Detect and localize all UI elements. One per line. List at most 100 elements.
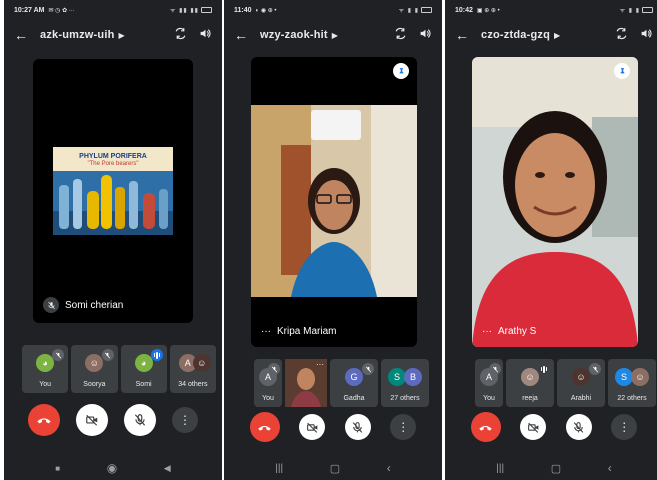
- switch-camera-icon[interactable]: [174, 27, 187, 43]
- participant-tile[interactable]: ◕ Somi: [120, 345, 167, 393]
- back-button[interactable]: ◀: [164, 463, 171, 474]
- back-button[interactable]: ‹: [387, 461, 391, 475]
- participant-tile-others[interactable]: A ☺ 34 others: [169, 345, 216, 393]
- more-options-button[interactable]: ⋮: [611, 414, 638, 440]
- status-time: 11:40: [234, 6, 252, 14]
- android-nav-bar: ■ ◉ ◀: [4, 456, 222, 480]
- slide-subtitle: "The Pore bearers": [87, 161, 139, 167]
- participant-tile[interactable]: ◕ You: [22, 345, 69, 393]
- back-arrow-icon[interactable]: ←: [455, 27, 473, 43]
- participant-tile[interactable]: ☺ Soorya: [71, 345, 118, 393]
- chevron-right-icon[interactable]: ▶: [554, 31, 560, 40]
- more-vert-icon: ⋮: [397, 420, 410, 434]
- camera-toggle-button[interactable]: [76, 404, 108, 436]
- participant-tile[interactable]: ☺ Arabhi: [557, 359, 605, 407]
- more-horiz-icon[interactable]: ···: [261, 326, 271, 337]
- participant-name: You: [39, 381, 52, 388]
- participant-tile[interactable]: A You: [254, 359, 282, 407]
- back-arrow-icon[interactable]: ←: [14, 27, 32, 43]
- end-call-button[interactable]: [249, 412, 280, 442]
- camera-off-icon: [306, 422, 318, 433]
- mic-toggle-button[interactable]: [124, 404, 156, 436]
- participant-video: [472, 57, 638, 347]
- mic-off-icon: [134, 414, 146, 426]
- chevron-right-icon[interactable]: ▶: [332, 31, 338, 40]
- phone-screen-2: 11:40 ◐ ◉ ⊕ • ᯤ ▮ ▮ ← wzy-zaok-hit ▶ ···…: [224, 0, 442, 480]
- participant-name: You: [262, 395, 274, 402]
- pin-icon: [620, 67, 624, 75]
- system-icons: ᯤ ▮ ▮: [620, 6, 653, 14]
- home-button[interactable]: ▢: [330, 462, 340, 475]
- participant-tile[interactable]: A You: [475, 359, 503, 407]
- participant-name: Gadha: [343, 395, 365, 402]
- recents-button[interactable]: |||: [496, 463, 504, 474]
- more-options-button[interactable]: ⋮: [172, 407, 198, 433]
- video-tile[interactable]: ··· Kripa Mariam: [251, 57, 417, 347]
- video-tile[interactable]: ··· Arathy S: [472, 57, 638, 347]
- participant-name: Soorya: [83, 381, 106, 388]
- end-call-button[interactable]: [28, 404, 60, 436]
- avatar: ☺: [631, 368, 649, 386]
- home-button[interactable]: ▢: [551, 462, 561, 475]
- presentation-slide: PHYLUM PORIFERA "The Pore bearers": [53, 147, 173, 235]
- status-bar: 10:42 ▣ ⊕ ⊕ • ᯤ ▮ ▮: [445, 0, 657, 20]
- chevron-right-icon[interactable]: ▶: [119, 31, 125, 40]
- back-arrow-icon[interactable]: ←: [234, 27, 252, 43]
- avatar: ◕: [134, 354, 153, 372]
- camera-off-icon: [527, 422, 539, 433]
- speaker-icon[interactable]: [199, 27, 212, 43]
- participant-tile[interactable]: G Gadha: [330, 359, 378, 407]
- presenter-name: Somi cherian: [65, 299, 124, 311]
- participant-name: You: [483, 395, 495, 402]
- mic-off-icon: [489, 363, 501, 375]
- recents-button[interactable]: ■: [55, 464, 60, 473]
- mic-off-icon: [268, 363, 280, 375]
- sponge-illustration: [53, 171, 173, 235]
- avatar: ☺: [521, 368, 539, 386]
- end-call-icon: [479, 425, 492, 431]
- more-horiz-icon[interactable]: ···: [316, 360, 324, 369]
- participant-tile[interactable]: ☺ reeja: [506, 359, 554, 407]
- more-vert-icon: ⋮: [618, 420, 631, 434]
- more-horiz-icon[interactable]: ···: [482, 326, 492, 337]
- tile-name-label: ··· Arathy S: [482, 326, 536, 337]
- back-button[interactable]: ‹: [608, 461, 612, 475]
- mic-off-icon: [101, 349, 114, 361]
- switch-camera-icon[interactable]: [615, 27, 628, 43]
- camera-toggle-button[interactable]: [299, 414, 326, 440]
- meeting-code[interactable]: czo-ztda-gzq: [481, 29, 550, 41]
- presentation-tile[interactable]: PHYLUM PORIFERA "The Pore bearers" Somi …: [33, 59, 193, 323]
- meeting-header: ← czo-ztda-gzq ▶: [445, 22, 657, 48]
- more-options-button[interactable]: ⋮: [390, 414, 417, 440]
- speaker-icon[interactable]: [419, 27, 432, 43]
- mic-off-icon: [43, 297, 59, 313]
- mic-off-icon: [574, 421, 584, 433]
- participant-video-tile[interactable]: ···: [285, 359, 327, 407]
- participant-name: Kripa Mariam: [277, 326, 337, 337]
- end-call-button[interactable]: [470, 412, 501, 442]
- meeting-header: ← azk-umzw-uih ▶: [4, 22, 222, 48]
- participant-name: Arabhi: [570, 395, 592, 402]
- recents-button[interactable]: |||: [275, 463, 283, 474]
- camera-toggle-button[interactable]: [520, 414, 547, 440]
- pin-button[interactable]: [393, 63, 409, 79]
- home-button[interactable]: ◉: [107, 461, 117, 475]
- switch-camera-icon[interactable]: [394, 27, 407, 43]
- participant-tile-others[interactable]: S B 27 others: [381, 359, 429, 407]
- notification-icons: ▣ ⊕ ⊕ •: [476, 7, 500, 14]
- meeting-code[interactable]: azk-umzw-uih: [40, 29, 115, 41]
- pin-button[interactable]: [614, 63, 630, 79]
- participant-tile-others[interactable]: S ☺ 22 others: [608, 359, 656, 407]
- mic-toggle-button[interactable]: [344, 414, 371, 440]
- notification-icons: ◐ ◉ ⊕ •: [255, 7, 277, 14]
- speaker-icon[interactable]: [640, 27, 653, 43]
- meeting-code[interactable]: wzy-zaok-hit: [260, 29, 328, 41]
- mic-toggle-button[interactable]: [565, 414, 592, 440]
- avatar: ☺: [85, 354, 104, 372]
- mic-off-icon: [52, 349, 65, 361]
- speaking-indicator-icon: [538, 363, 550, 375]
- status-bar: 11:40 ◐ ◉ ⊕ • ᯤ ▮ ▮: [224, 0, 442, 20]
- system-icons: ᯤ ▮▮ ▮▮: [170, 6, 212, 14]
- phone-screen-3: 10:42 ▣ ⊕ ⊕ • ᯤ ▮ ▮ ← czo-ztda-gzq ▶ ···…: [445, 0, 657, 480]
- end-call-icon: [37, 418, 51, 424]
